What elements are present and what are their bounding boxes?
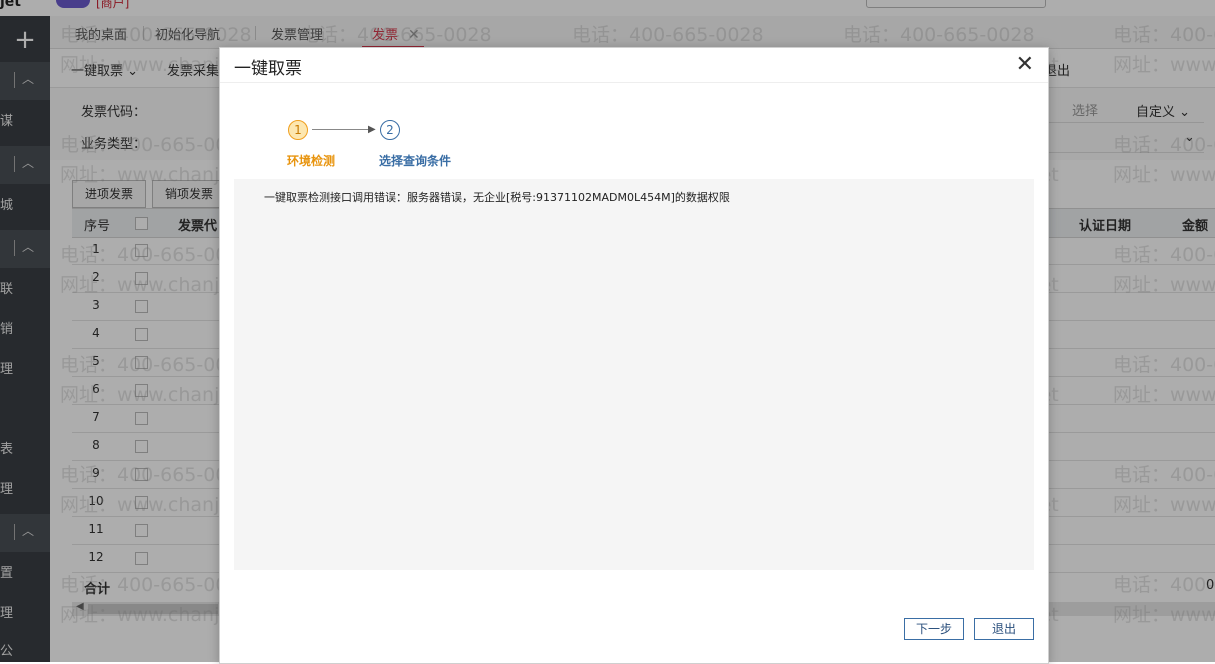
- step-1-indicator: 1: [288, 120, 308, 140]
- exit-button[interactable]: 退出: [974, 618, 1034, 640]
- step-1-label: 环境检测: [287, 154, 336, 168]
- message-panel: 一键取票检测接口调用错误：服务器错误，无企业[税号:91371102MADM0L…: [234, 179, 1034, 570]
- error-message: 一键取票检测接口调用错误：服务器错误，无企业[税号:91371102MADM0L…: [264, 191, 730, 204]
- step-2-label: 选择查询条件: [379, 154, 452, 168]
- step-2-indicator: 2: [380, 120, 400, 140]
- close-icon[interactable]: ✕: [1016, 52, 1034, 77]
- step-connector: [312, 129, 372, 130]
- next-step-button[interactable]: 下一步: [904, 618, 964, 640]
- dialog-title: 一键取票: [234, 59, 302, 79]
- fetch-invoice-dialog: 一键取票 ✕ 1 ▶ 2 环境检测 选择查询条件 一键取票检测接口调用错误：服务…: [219, 47, 1049, 664]
- arrow-right-icon: ▶: [368, 124, 376, 135]
